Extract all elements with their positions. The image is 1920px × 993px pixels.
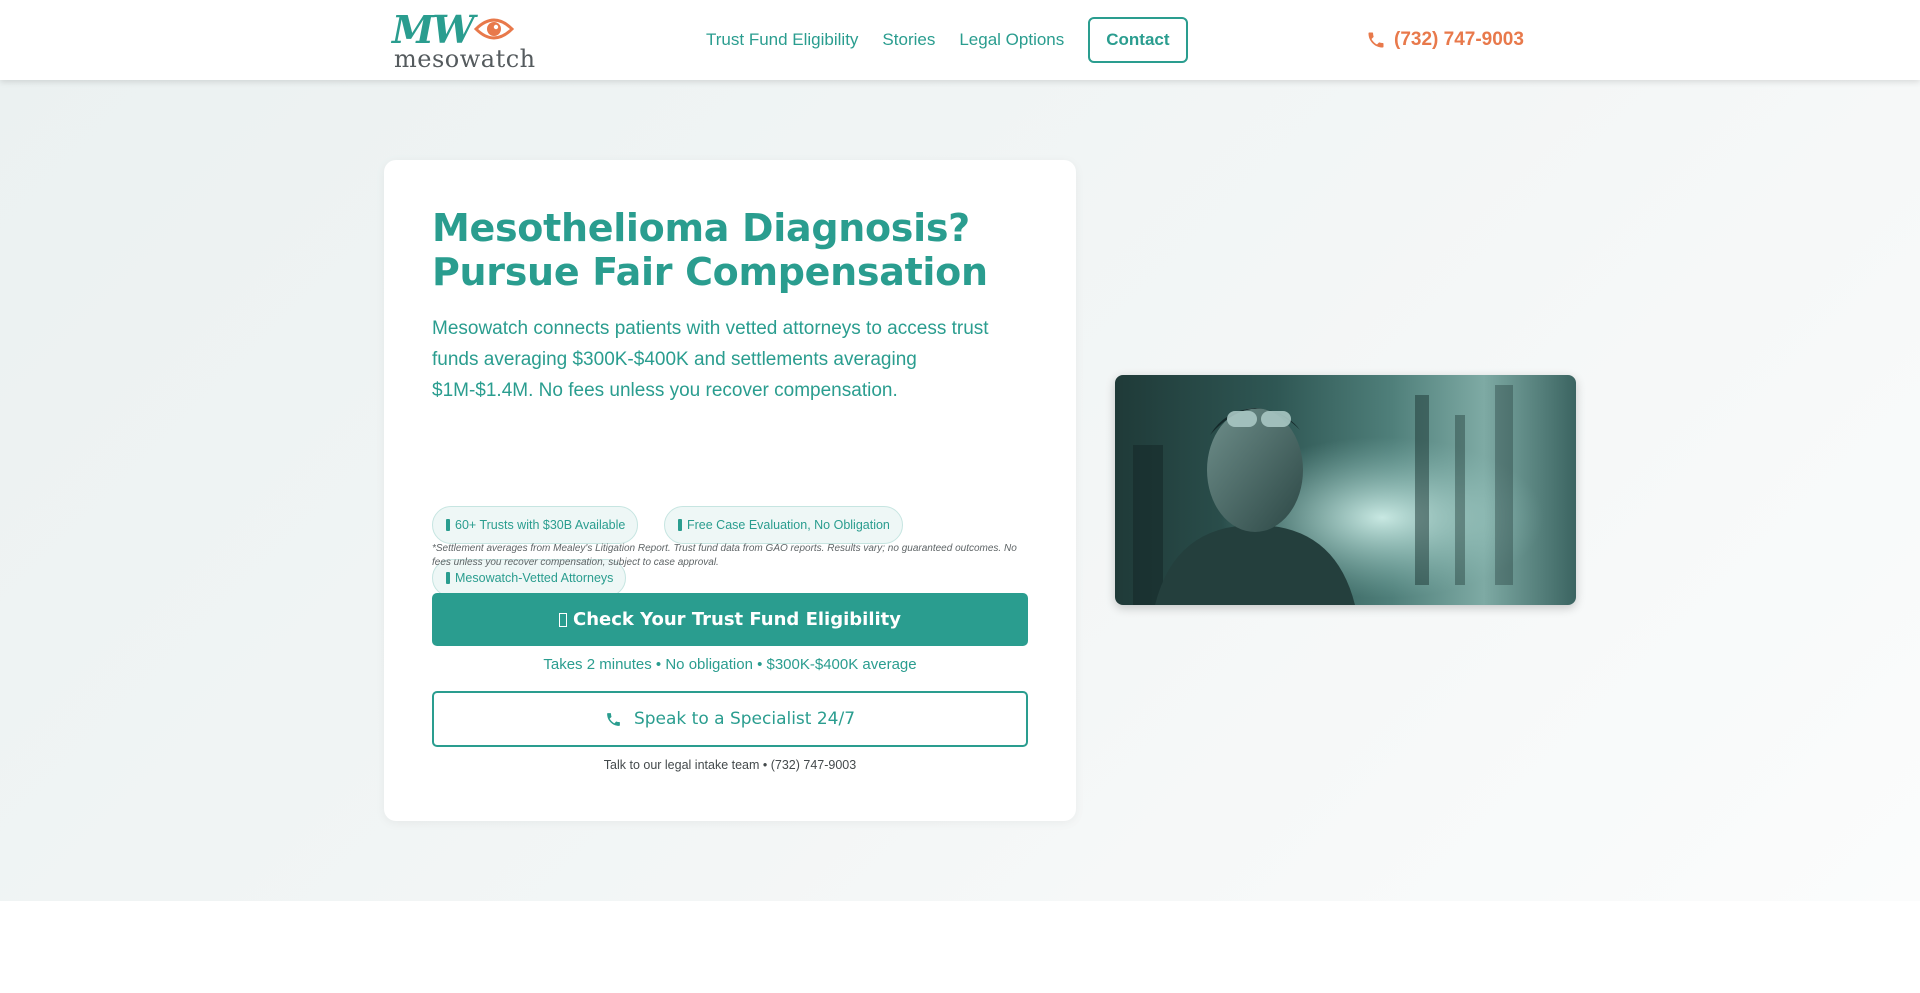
logo-wordmark: mesowatch <box>394 45 536 73</box>
hero-title: Mesothelioma Diagnosis? Pursue Fair Comp… <box>432 206 1032 294</box>
badge-glyph-icon <box>678 519 682 531</box>
eligibility-note: Takes 2 minutes • No obligation • $300K-… <box>543 656 917 673</box>
main-nav: Trust Fund Eligibility Stories Legal Opt… <box>706 17 1188 63</box>
header-phone-number: (732) 747-9003 <box>1394 29 1524 50</box>
badge-glyph-icon <box>446 519 450 531</box>
disclaimer-text: *Settlement averages from Mealey's Litig… <box>432 543 1017 568</box>
hero-section: Mesothelioma Diagnosis? Pursue Fair Comp… <box>0 80 1920 901</box>
eye-icon <box>474 18 514 40</box>
check-eligibility-label: Check Your Trust Fund Eligibility <box>572 609 902 630</box>
logo-mark: MW <box>392 7 475 52</box>
mesowatch-logo[interactable]: MW mesowatch <box>390 7 535 73</box>
nav-legal-options[interactable]: Legal Options <box>959 30 1064 50</box>
speak-to-specialist-label: Speak to a Specialist 24/7 <box>633 709 856 729</box>
badge-label: Free Case Evaluation, No Obligation <box>687 518 890 532</box>
site-header: MW mesowatch Trust Fund Eligibility Stor… <box>0 0 1920 80</box>
worker-photo <box>1115 375 1576 605</box>
badge-label: 60+ Trusts with $30B Available <box>455 518 626 532</box>
badge-glyph-icon <box>446 572 450 584</box>
hero-subtitle: Mesowatch connects patients with vetted … <box>432 318 989 401</box>
header-phone-link[interactable]: (732) 747-9003 <box>1366 26 1524 54</box>
speak-to-specialist-button[interactable]: Speak to a Specialist 24/7 <box>432 691 1028 747</box>
phone-icon <box>607 712 620 726</box>
phone-icon <box>1368 32 1384 48</box>
badge-trusts: 60+ Trusts with $30B Available <box>432 506 639 544</box>
contact-button[interactable]: Contact <box>1088 17 1188 63</box>
missing-glyph-icon <box>558 612 567 627</box>
worker-illustration <box>1115 375 1576 605</box>
hero-title-line-2: Pursue Fair Compensation <box>432 250 988 294</box>
check-eligibility-button[interactable]: Check Your Trust Fund Eligibility <box>432 593 1028 646</box>
badge-free-evaluation: Free Case Evaluation, No Obligation <box>664 506 903 544</box>
nav-stories[interactable]: Stories <box>882 30 935 50</box>
badge-label: Mesowatch-Vetted Attorneys <box>455 571 614 585</box>
nav-trust-fund-eligibility[interactable]: Trust Fund Eligibility <box>706 30 858 50</box>
hero-title-line-1: Mesothelioma Diagnosis? <box>432 206 970 250</box>
intake-note: Talk to our legal intake team • (732) 74… <box>603 758 857 772</box>
hero-card: Mesothelioma Diagnosis? Pursue Fair Comp… <box>384 160 1076 821</box>
